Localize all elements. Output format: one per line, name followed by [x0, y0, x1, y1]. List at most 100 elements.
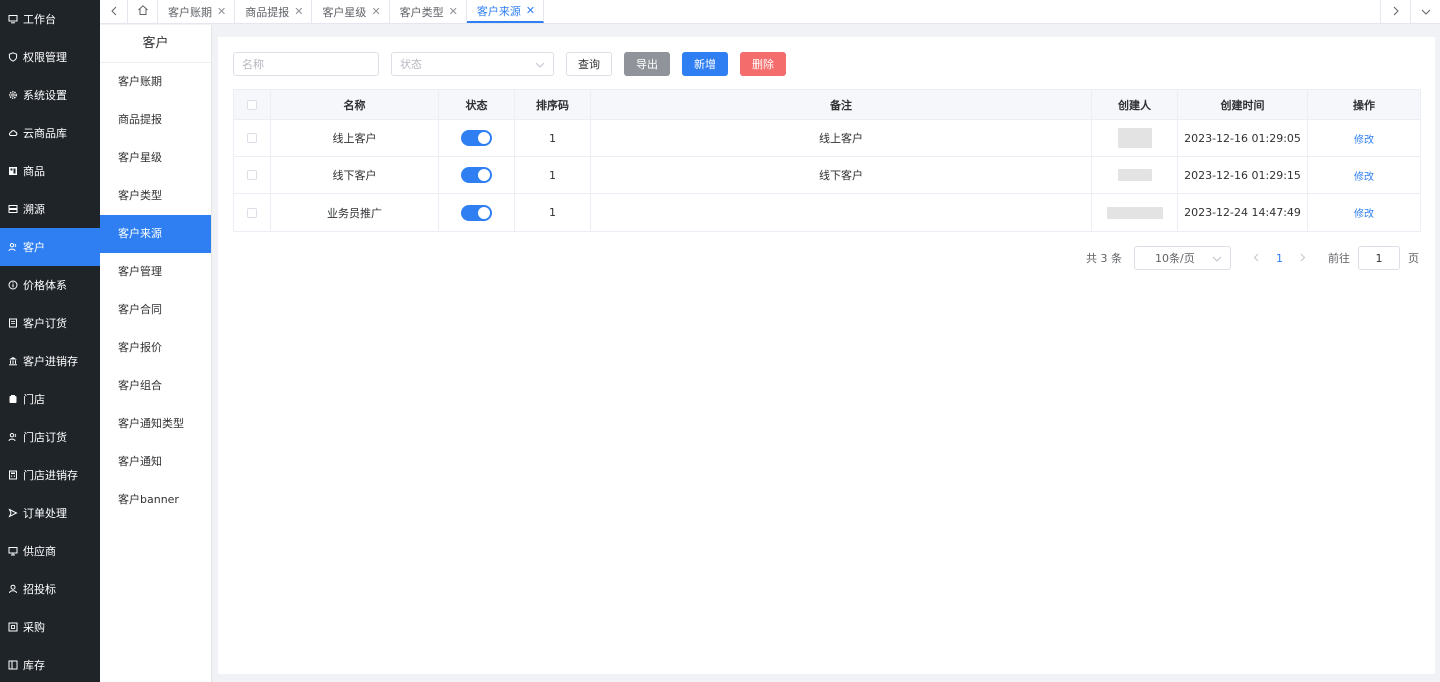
- sidebar-item-store-orders[interactable]: 门店订货: [0, 418, 100, 456]
- tab-product-report[interactable]: 商品提报 ✕: [235, 0, 313, 23]
- display-icon: [8, 546, 18, 556]
- tab-customer-account-period[interactable]: 客户账期 ✕: [158, 0, 236, 23]
- submenu-item-banner[interactable]: 客户banner: [100, 481, 211, 519]
- submenu-item-product-report[interactable]: 商品提报: [100, 101, 211, 139]
- tab-label: 客户账期: [168, 5, 212, 19]
- header-remark: 备注: [591, 90, 1092, 119]
- sidebar-item-permissions[interactable]: 权限管理: [0, 38, 100, 76]
- status-select-placeholder: 状态: [400, 58, 422, 71]
- delete-button[interactable]: 删除: [740, 52, 786, 76]
- close-icon[interactable]: ✕: [371, 5, 380, 18]
- cell-name: 线下客户: [271, 157, 439, 193]
- data-table: 名称 状态 排序码 备注 创建人 创建时间 操作 线上客户 1 线上客户 202…: [233, 89, 1421, 232]
- tab-customer-star-level[interactable]: 客户星级 ✕: [312, 0, 390, 23]
- sidebar-item-products[interactable]: 商品: [0, 152, 100, 190]
- row-checkbox[interactable]: [247, 170, 257, 180]
- sidebar-item-suppliers[interactable]: 供应商: [0, 532, 100, 570]
- submenu-item-notice-type[interactable]: 客户通知类型: [100, 405, 211, 443]
- header-sort: 排序码: [515, 90, 591, 119]
- status-toggle[interactable]: [461, 167, 492, 183]
- sidebar-item-label: 系统设置: [23, 89, 67, 102]
- sidebar-item-cloud-products[interactable]: 云商品库: [0, 114, 100, 152]
- sidebar-item-label: 商品: [23, 165, 45, 178]
- users-icon: [8, 242, 18, 252]
- submenu-item-star-level[interactable]: 客户星级: [100, 139, 211, 177]
- header-status: 状态: [439, 90, 515, 119]
- sidebar-item-traceability[interactable]: 溯源: [0, 190, 100, 228]
- header-created-time: 创建时间: [1178, 90, 1308, 119]
- submenu-item-customer-quote[interactable]: 客户报价: [100, 329, 211, 367]
- edit-link[interactable]: 修改: [1354, 168, 1374, 183]
- info-icon: [8, 280, 18, 290]
- status-toggle[interactable]: [461, 130, 492, 146]
- toggle-knob: [478, 206, 490, 219]
- submenu-item-customer-management[interactable]: 客户管理: [100, 253, 211, 291]
- next-page-button[interactable]: [1300, 252, 1306, 265]
- submenu-item-customer-contract[interactable]: 客户合同: [100, 291, 211, 329]
- page-size-select[interactable]: 10条/页: [1134, 246, 1231, 270]
- name-search-input[interactable]: 名称: [233, 52, 379, 76]
- query-button[interactable]: 查询: [566, 52, 612, 76]
- status-select[interactable]: 状态: [391, 52, 554, 76]
- chevron-right-icon: [1392, 5, 1400, 19]
- cell-created-time: 2023-12-24 14:47:49: [1178, 194, 1308, 231]
- export-button[interactable]: 导出: [624, 52, 670, 76]
- sidebar-item-procurement[interactable]: 采购: [0, 608, 100, 646]
- select-all-checkbox[interactable]: [247, 99, 257, 110]
- redacted-creator: [1117, 128, 1152, 148]
- tabs-scroll-right-button[interactable]: [1380, 0, 1410, 23]
- pagination: 共 3 条 10条/页 1 前往 1 页: [1086, 246, 1419, 270]
- page-number-current[interactable]: 1: [1276, 252, 1283, 265]
- submenu-item-customer-source[interactable]: 客户来源: [100, 215, 211, 253]
- sidebar-item-bidding[interactable]: 招投标: [0, 570, 100, 608]
- sidebar-item-order-processing[interactable]: 订单处理: [0, 494, 100, 532]
- sidebar-item-customer-orders[interactable]: 客户订货: [0, 304, 100, 342]
- chevron-left-icon: [110, 5, 118, 19]
- prev-page-button[interactable]: [1253, 252, 1259, 265]
- sidebar-item-label: 云商品库: [23, 127, 67, 140]
- submenu: 客户 客户账期 商品提报 客户星级 客户类型 客户来源 客户管理 客户合同 客户…: [100, 25, 212, 682]
- submenu-item-notice[interactable]: 客户通知: [100, 443, 211, 481]
- sidebar-item-stock[interactable]: 库存: [0, 646, 100, 682]
- submenu-item-account-period[interactable]: 客户账期: [100, 63, 211, 101]
- toggle-knob: [478, 132, 490, 144]
- close-icon[interactable]: ✕: [526, 4, 535, 17]
- sidebar-item-stores[interactable]: 门店: [0, 380, 100, 418]
- status-toggle[interactable]: [461, 204, 492, 221]
- tabs-dropdown-button[interactable]: [1410, 0, 1440, 23]
- home-tab[interactable]: [128, 0, 158, 23]
- edit-link[interactable]: 修改: [1354, 205, 1374, 220]
- close-icon[interactable]: ✕: [217, 5, 226, 18]
- chevron-down-icon: [1212, 252, 1222, 265]
- submenu-item-customer-group[interactable]: 客户组合: [100, 367, 211, 405]
- add-button[interactable]: 新增: [682, 52, 728, 76]
- cell-remark: 线上客户: [591, 120, 1092, 156]
- row-checkbox[interactable]: [247, 133, 257, 143]
- sidebar-item-label: 价格体系: [23, 279, 67, 292]
- tab-customer-type[interactable]: 客户类型 ✕: [390, 0, 467, 23]
- header-creator: 创建人: [1092, 90, 1178, 119]
- sidebar-item-price-system[interactable]: 价格体系: [0, 266, 100, 304]
- tab-bar-spacer: [544, 0, 1380, 23]
- table-row: 线上客户 1 线上客户 2023-12-16 01:29:05 修改: [234, 120, 1420, 157]
- row-checkbox[interactable]: [247, 207, 257, 218]
- chevron-down-icon: [1421, 5, 1431, 19]
- home-icon: [137, 4, 149, 19]
- select-all-cell: [234, 90, 271, 119]
- edit-link[interactable]: 修改: [1354, 131, 1374, 146]
- main-panel: 名称 状态 查询 导出 新增 删除 名称 状态 排序码 备注 创建人 创建时间 …: [218, 37, 1435, 674]
- close-icon[interactable]: ✕: [449, 5, 458, 18]
- send-icon: [8, 508, 18, 518]
- close-icon[interactable]: ✕: [294, 5, 303, 18]
- sidebar-item-system-settings[interactable]: 系统设置: [0, 76, 100, 114]
- sidebar-item-workbench[interactable]: 工作台: [0, 0, 100, 38]
- sidebar-item-customer-inventory[interactable]: 客户进销存: [0, 342, 100, 380]
- sidebar-item-store-inventory[interactable]: 门店进销存: [0, 456, 100, 494]
- goto-page-input[interactable]: 1: [1358, 246, 1400, 270]
- cell-creator: [1092, 194, 1178, 231]
- submenu-item-customer-type[interactable]: 客户类型: [100, 177, 211, 215]
- sidebar-item-customers[interactable]: 客户: [0, 228, 100, 266]
- sidebar-item-label: 工作台: [23, 13, 56, 26]
- tabs-scroll-left-button[interactable]: [100, 0, 128, 23]
- tab-customer-source[interactable]: 客户来源 ✕: [466, 0, 545, 23]
